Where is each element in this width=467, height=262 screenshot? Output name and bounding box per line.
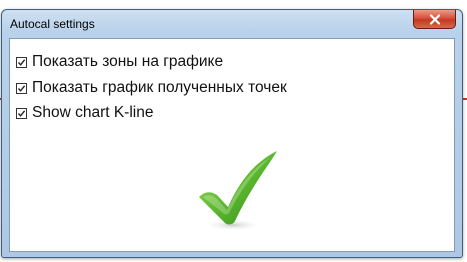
autocal-settings-dialog: Autocal settings Показать зоны на график… [1,9,463,258]
window-title: Autocal settings [10,17,95,31]
green-checkmark-icon [199,151,277,231]
dialog-content: Показать зоны на графике Показать график… [9,38,455,252]
show-points-chart-checkbox[interactable] [16,82,27,94]
show-zones-label: Показать зоны на графике [32,53,224,70]
show-points-chart-label: Показать график полученных точек [32,79,287,96]
show-zones-checkbox[interactable] [16,56,27,68]
option-show-k-line[interactable]: Show chart K-line [16,103,153,123]
option-show-zones[interactable]: Показать зоны на графике [16,52,223,72]
check-icon [17,84,26,92]
check-icon [17,109,26,117]
show-k-line-label: Show chart K-line [32,104,154,121]
close-button[interactable] [413,10,456,29]
title-bar[interactable]: Autocal settings [2,10,462,38]
option-show-points-chart[interactable]: Показать график полученных точек [16,78,287,98]
close-icon [429,13,440,25]
check-icon [17,58,26,66]
show-k-line-checkbox[interactable] [16,107,27,119]
